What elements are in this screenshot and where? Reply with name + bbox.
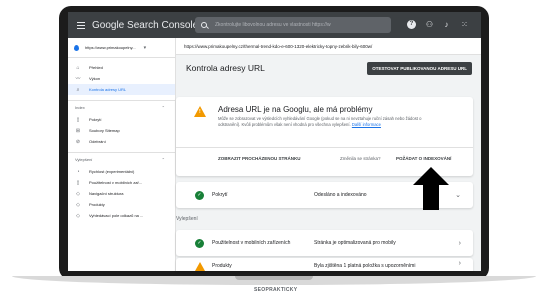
sidebar-item-coverage[interactable]: ▯ Pokrytí: [68, 114, 175, 125]
arrow-up-icon: [413, 167, 449, 210]
help-icon[interactable]: ?: [407, 20, 416, 29]
coverage-value: Odesláno a indexováno: [314, 192, 367, 198]
property-url: https://www.primakoupelny...: [85, 45, 136, 50]
sidebar-item-mobile[interactable]: ▯ Použitelnost v mobilních zař...: [68, 177, 175, 188]
sidebar-item-label: Použitelnost v mobilních zař...: [89, 180, 143, 185]
users-icon[interactable]: ⚇: [425, 20, 434, 29]
url-inspect-search[interactable]: Zkontrolujte libovolnou adresu ve vlastn…: [195, 17, 391, 33]
chevron-right-icon: ›: [458, 239, 461, 247]
sidebar-item-label: Odebrání: [89, 139, 106, 144]
mobile-value: Stránka je optimalizovaná pro mobily: [314, 240, 396, 246]
section-label: Vylepšení: [75, 157, 93, 162]
sitemap-icon: ⊞: [75, 127, 81, 134]
sidebar-item-speed[interactable]: ◔ Rychlost (experimentální): [68, 166, 175, 177]
warning-icon: [194, 106, 206, 117]
mobile-icon: ▯: [76, 179, 80, 186]
apps-grid-icon[interactable]: ⁙: [460, 20, 469, 29]
improvements-heading: Vylepšení: [176, 216, 198, 222]
section-label: Index: [75, 105, 85, 110]
inspected-url: https://www.primakoupelny.cz/thermal-tre…: [176, 38, 481, 55]
sidebar-item-label: Soubory Sitemap: [89, 128, 120, 133]
section-index[interactable]: Index ⌃: [68, 100, 175, 114]
file-icon: ▯: [76, 116, 80, 123]
sidebar-item-breadcrumbs[interactable]: ◇ Navigační struktura: [68, 188, 175, 199]
page-header: Kontrola adresy URL OTESTOVAT PUBLIKOVAN…: [176, 55, 481, 81]
diamond-icon: ◇: [76, 190, 80, 197]
mobile-label: Použitelnost v mobilních zařízeních: [212, 240, 291, 246]
sidebar-item-products[interactable]: ◇ Produkty: [68, 199, 175, 210]
sidebar-item-label: Přehled: [89, 65, 103, 70]
check-icon: ✓: [195, 190, 204, 200]
status-body-text: Může se zobrazovat ve výsledcích vyhledá…: [218, 116, 422, 128]
page-title: Kontrola adresy URL: [186, 63, 265, 73]
sidebar-item-label: Výkon: [89, 76, 101, 81]
warning-icon: [195, 262, 205, 271]
status-title: Adresa URL je na Googlu, ale má problémy: [218, 105, 373, 114]
divider: [176, 147, 473, 148]
sidebar-item-label: Vyhledávací pole odkazů na ...: [89, 213, 144, 218]
test-live-url-button[interactable]: OTESTOVAT PUBLIKOVANOU ADRESU URL: [367, 61, 472, 75]
property-drop-icon: [74, 44, 79, 51]
sidebar: https://www.primakoupelny... ▾ ⌂ Přehled …: [68, 38, 176, 271]
view-crawled-page-button[interactable]: ZOBRAZIT PROCHÁZENOU STRÁNKU: [218, 156, 301, 161]
sidebar-item-sitemaps[interactable]: ⊞ Soubory Sitemap: [68, 125, 175, 136]
bell-icon[interactable]: ♪: [442, 20, 451, 29]
url-status-card: Adresa URL je na Googlu, ale má problémy…: [176, 97, 473, 176]
sidebar-item-label: Kontrola adresy URL: [89, 87, 127, 92]
brand-title: Google Search Console: [92, 19, 199, 31]
products-value: Byla zjištěna 1 platná položka s upozorn…: [314, 263, 416, 269]
sidebar-item-removals[interactable]: ⊘ Odebrání: [68, 136, 175, 147]
chevron-up-icon: ⌃: [161, 105, 165, 110]
top-app-bar: Google Search Console Zkontrolujte libov…: [68, 12, 481, 38]
chevron-down-icon: ⌄: [455, 192, 461, 199]
products-row[interactable]: Produkty Byla zjištěna 1 platná položka …: [176, 258, 473, 271]
chevron-up-icon: ⌃: [161, 157, 165, 162]
section-improvements[interactable]: Vylepšení ⌃: [68, 152, 175, 166]
search-placeholder: Zkontrolujte libovolnou adresu ve vlastn…: [215, 22, 331, 28]
diamond-icon: ◇: [76, 201, 80, 208]
trend-icon: 〰: [75, 76, 81, 82]
laptop-notch: [235, 276, 313, 280]
sidebar-item-url-inspection[interactable]: ⌕ Kontrola adresy URL: [68, 84, 175, 95]
remove-icon: ⊘: [75, 138, 81, 145]
diamond-icon: ◇: [76, 212, 80, 219]
menu-icon[interactable]: [77, 20, 85, 31]
mobile-usability-row[interactable]: ✓ Použitelnost v mobilních zařízeních St…: [176, 230, 473, 256]
check-icon: ✓: [195, 238, 204, 248]
sidebar-item-label: Pokrytí: [89, 117, 102, 122]
sidebar-item-label: Rychlost (experimentální): [89, 169, 135, 174]
request-indexing-button[interactable]: POŽÁDAT O INDEXOVÁNÍ: [396, 156, 451, 161]
learn-more-link[interactable]: Další informace: [352, 122, 381, 127]
sidebar-item-performance[interactable]: 〰 Výkon: [68, 73, 175, 84]
chevron-down-icon: ▾: [143, 44, 147, 51]
search-icon: [201, 22, 207, 28]
chevron-right-icon: ›: [458, 260, 461, 267]
sidebar-item-label: Produkty: [89, 202, 105, 207]
home-icon: ⌂: [76, 64, 80, 71]
coverage-label: Pokrytí: [212, 192, 228, 198]
seoprakticky-logo: SEOPRAKTICKY: [254, 287, 298, 293]
sidebar-item-overview[interactable]: ⌂ Přehled: [68, 62, 175, 73]
speed-icon: ◔: [76, 168, 80, 175]
property-selector[interactable]: https://www.primakoupelny... ▾: [68, 38, 175, 58]
search-icon: ⌕: [76, 86, 80, 93]
products-label: Produkty: [212, 263, 232, 269]
page-changed-question: Změnila se stránka?: [340, 156, 381, 161]
status-description: Může se zobrazovat ve výsledcích vyhledá…: [218, 116, 433, 129]
sidebar-item-sitelinks-searchbox[interactable]: ◇ Vyhledávací pole odkazů na ...: [68, 210, 175, 221]
sidebar-item-label: Navigační struktura: [89, 191, 124, 196]
